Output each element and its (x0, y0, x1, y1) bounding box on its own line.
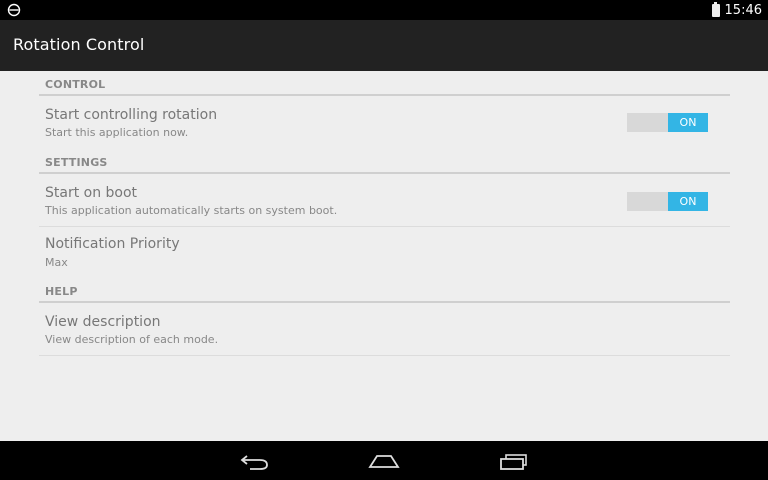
pref-start-controlling-rotation[interactable]: Start controlling rotation Start this ap… (39, 96, 730, 148)
pref-title: Start controlling rotation (45, 107, 218, 123)
back-icon[interactable] (238, 449, 272, 473)
home-icon[interactable] (367, 449, 401, 473)
switch-thumb: ON (668, 192, 708, 211)
recents-icon[interactable] (497, 449, 531, 473)
pref-start-on-boot[interactable]: Start on boot This application automatic… (39, 174, 730, 227)
section-header-settings: SETTINGS (39, 149, 730, 174)
action-bar: Rotation Control (0, 20, 768, 71)
page-title: Rotation Control (13, 35, 145, 54)
section-header-label: SETTINGS (45, 156, 108, 169)
pref-title: Start on boot (45, 185, 138, 201)
pref-title: View description (45, 314, 161, 330)
pref-summary: View description of each mode. (45, 333, 219, 346)
status-time: 15:46 (724, 2, 762, 18)
section-header-label: CONTROL (45, 78, 106, 91)
pref-view-description[interactable]: View description View description of eac… (39, 303, 730, 356)
switch-thumb: ON (668, 113, 708, 132)
preferences-list: CONTROL Start controlling rotation Start… (0, 71, 768, 441)
pref-notification-priority[interactable]: Notification Priority Max (39, 228, 730, 276)
section-header-help: HELP (39, 278, 730, 303)
pref-title: Notification Priority (45, 236, 180, 252)
status-bar: 15:46 (0, 0, 768, 20)
navigation-bar (0, 441, 768, 480)
notification-icon (7, 3, 21, 17)
section-header-label: HELP (45, 285, 78, 298)
section-header-control: CONTROL (39, 71, 730, 96)
start-on-boot-switch[interactable]: ON (627, 192, 708, 211)
start-rotation-switch[interactable]: ON (627, 113, 708, 132)
pref-summary: Max (45, 256, 68, 269)
pref-summary: Start this application now. (45, 126, 189, 139)
battery-icon (711, 1, 720, 17)
pref-summary: This application automatically starts on… (45, 204, 338, 217)
